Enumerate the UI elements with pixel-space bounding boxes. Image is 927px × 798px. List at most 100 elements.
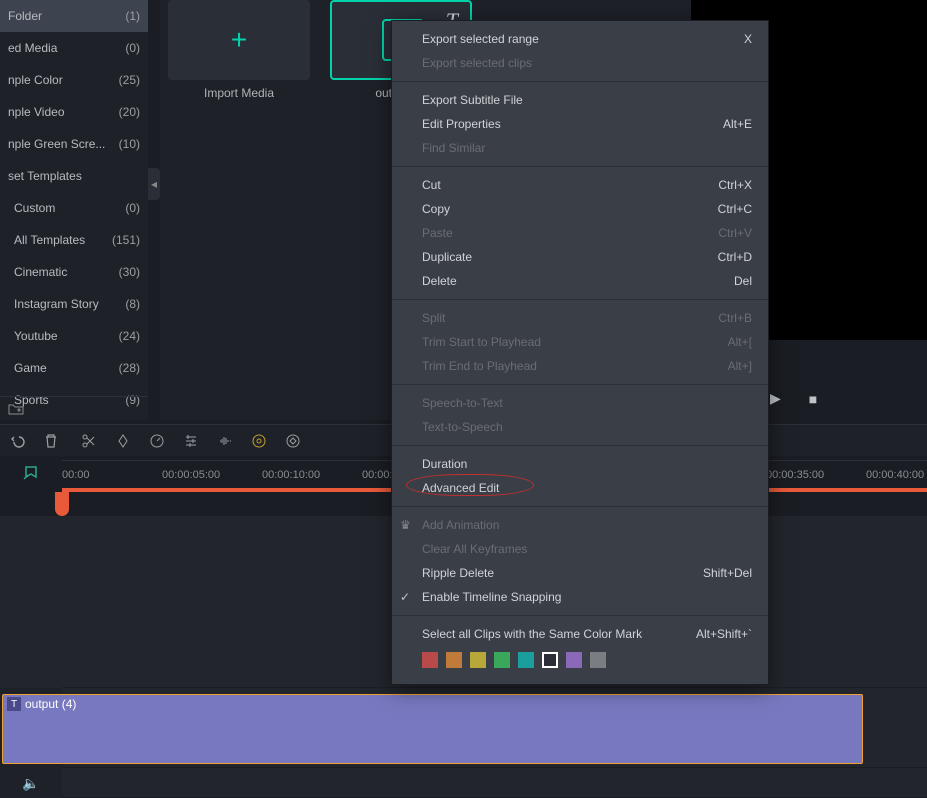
menu-item-label: Speech-to-Text bbox=[422, 396, 503, 410]
menu-shortcut: Alt+[ bbox=[728, 335, 752, 349]
ruler-timestamp: 00:00 bbox=[62, 469, 90, 481]
menu-item-label: Duplicate bbox=[422, 250, 472, 264]
sidebar-item-count: (151) bbox=[112, 233, 140, 247]
menu-shortcut: Ctrl+X bbox=[718, 178, 752, 192]
sidebar-item[interactable]: nple Color (25) bbox=[0, 64, 148, 96]
sidebar-new-folder[interactable] bbox=[0, 396, 148, 420]
sidebar-item[interactable]: nple Video(20) bbox=[0, 96, 148, 128]
menu-item[interactable]: Cut Ctrl+X bbox=[392, 173, 768, 197]
sidebar-item[interactable]: Youtube (24) bbox=[0, 320, 148, 352]
color-swatch[interactable] bbox=[470, 652, 486, 668]
sidebar-item[interactable]: All Templates(151) bbox=[0, 224, 148, 256]
color-swatch[interactable] bbox=[446, 652, 462, 668]
mute-icon-2[interactable]: 🔈 bbox=[22, 775, 39, 792]
color-swatch[interactable] bbox=[422, 652, 438, 668]
clip-label: T output (4) bbox=[7, 697, 76, 711]
sidebar-item[interactable]: nple Green Scre... (10) bbox=[0, 128, 148, 160]
audio-icon[interactable] bbox=[216, 432, 234, 450]
sidebar-item-label: Instagram Story bbox=[14, 297, 99, 311]
menu-item[interactable]: Export Subtitle File bbox=[392, 88, 768, 112]
play-button[interactable]: ▶ bbox=[770, 390, 781, 407]
menu-shortcut: Alt+Shift+` bbox=[696, 627, 752, 641]
undo-icon[interactable] bbox=[8, 432, 26, 450]
sidebar-item-count: (0) bbox=[125, 201, 140, 215]
sidebar-item[interactable]: set Templates bbox=[0, 160, 148, 192]
sidebar-item[interactable]: Cinematic (30) bbox=[0, 256, 148, 288]
menu-item[interactable]: Edit PropertiesAlt+E bbox=[392, 112, 768, 136]
menu-item-label: Paste bbox=[422, 226, 453, 240]
sidebar-item-label: nple Color bbox=[8, 73, 63, 87]
menu-item-label: Find Similar bbox=[422, 141, 485, 155]
menu-item: Speech-to-Text bbox=[392, 391, 768, 415]
menu-item-label: Edit Properties bbox=[422, 117, 501, 131]
menu-item[interactable]: Export selected rangeX bbox=[392, 27, 768, 51]
delete-icon[interactable] bbox=[42, 432, 60, 450]
adjust-icon[interactable] bbox=[182, 432, 200, 450]
menu-item: Find Similar bbox=[392, 136, 768, 160]
menu-shortcut: Ctrl+C bbox=[718, 202, 752, 216]
track-audio[interactable] bbox=[62, 768, 927, 798]
sidebar-item-label: Youtube bbox=[14, 329, 58, 343]
sidebar-item-count: (24) bbox=[119, 329, 140, 343]
menu-item-label: Export Subtitle File bbox=[422, 93, 523, 107]
menu-item-label: Export selected range bbox=[422, 32, 539, 46]
track-head-audio[interactable]: 🔈 bbox=[0, 768, 62, 798]
split-icon[interactable] bbox=[80, 432, 98, 450]
speed-icon[interactable] bbox=[148, 432, 166, 450]
sidebar-item-label: Cinematic bbox=[14, 265, 67, 279]
menu-item[interactable]: DuplicateCtrl+D bbox=[392, 245, 768, 269]
sidebar-item[interactable]: Custom(0) bbox=[0, 192, 148, 224]
menu-item[interactable]: DeleteDel bbox=[392, 269, 768, 293]
sidebar-item[interactable]: Game(28) bbox=[0, 352, 148, 384]
menu-item[interactable]: ✓Enable Timeline Snapping bbox=[392, 585, 768, 609]
color-swatch[interactable] bbox=[566, 652, 582, 668]
menu-item[interactable]: Ripple Delete Shift+Del bbox=[392, 561, 768, 585]
sidebar-item-count: (8) bbox=[125, 297, 140, 311]
menu-item-label: Trim Start to Playhead bbox=[422, 335, 541, 349]
color-swatch[interactable] bbox=[494, 652, 510, 668]
playhead[interactable] bbox=[55, 492, 69, 516]
plus-icon: + bbox=[231, 24, 247, 56]
color-icon[interactable] bbox=[250, 432, 268, 450]
menu-item[interactable]: Advanced Edit bbox=[392, 476, 768, 500]
sidebar-item-label: Folder bbox=[8, 9, 42, 23]
menu-item-label: Text-to-Speech bbox=[422, 420, 503, 434]
menu-shortcut: Del bbox=[734, 274, 752, 288]
color-mark-row bbox=[392, 646, 768, 678]
import-media-tile[interactable]: + Import Media bbox=[168, 0, 310, 100]
sidebar: Folder (1) ed Media(0) nple Color (25) nple V… bbox=[0, 0, 148, 420]
marker-column[interactable] bbox=[0, 460, 62, 488]
menu-shortcut: Ctrl+B bbox=[718, 311, 752, 325]
menu-item: Clear All Keyframes bbox=[392, 537, 768, 561]
context-menu: Export selected rangeXExport selected cl… bbox=[391, 20, 769, 685]
sidebar-item[interactable]: Instagram Story (8) bbox=[0, 288, 148, 320]
sidebar-collapse-handle[interactable]: ◂ bbox=[148, 168, 160, 200]
menu-item-label: Cut bbox=[422, 178, 441, 192]
menu-item-label: Trim End to Playhead bbox=[422, 359, 537, 373]
keyframe-icon[interactable] bbox=[284, 432, 302, 450]
color-swatch[interactable] bbox=[542, 652, 558, 668]
menu-shortcut: Shift+Del bbox=[703, 566, 752, 580]
crop-icon[interactable] bbox=[114, 432, 132, 450]
sidebar-item-count: (28) bbox=[119, 361, 140, 375]
sidebar-item-count: (10) bbox=[119, 137, 140, 151]
menu-item: Paste Ctrl+V bbox=[392, 221, 768, 245]
stop-button[interactable]: ■ bbox=[809, 391, 817, 407]
menu-item: SplitCtrl+B bbox=[392, 306, 768, 330]
sidebar-item[interactable]: ed Media(0) bbox=[0, 32, 148, 64]
color-swatch[interactable] bbox=[590, 652, 606, 668]
timeline-clip[interactable]: T output (4) bbox=[2, 694, 863, 764]
sidebar-item-label: nple Green Scre... bbox=[8, 137, 105, 151]
sidebar-item-count: (30) bbox=[119, 265, 140, 279]
menu-item[interactable]: CopyCtrl+C bbox=[392, 197, 768, 221]
sidebar-item-count: (25) bbox=[119, 73, 140, 87]
color-swatch[interactable] bbox=[518, 652, 534, 668]
menu-item: Export selected clips bbox=[392, 51, 768, 75]
menu-item-label: Ripple Delete bbox=[422, 566, 494, 580]
menu-shortcut: Ctrl+V bbox=[718, 226, 752, 240]
menu-item[interactable]: Duration bbox=[392, 452, 768, 476]
sidebar-item[interactable]: Folder (1) bbox=[0, 0, 148, 32]
menu-item[interactable]: Select all Clips with the Same Color Mar… bbox=[392, 622, 768, 646]
sidebar-item-count: (1) bbox=[125, 9, 140, 23]
ruler-timestamp: 00:00:35:00 bbox=[766, 469, 824, 481]
